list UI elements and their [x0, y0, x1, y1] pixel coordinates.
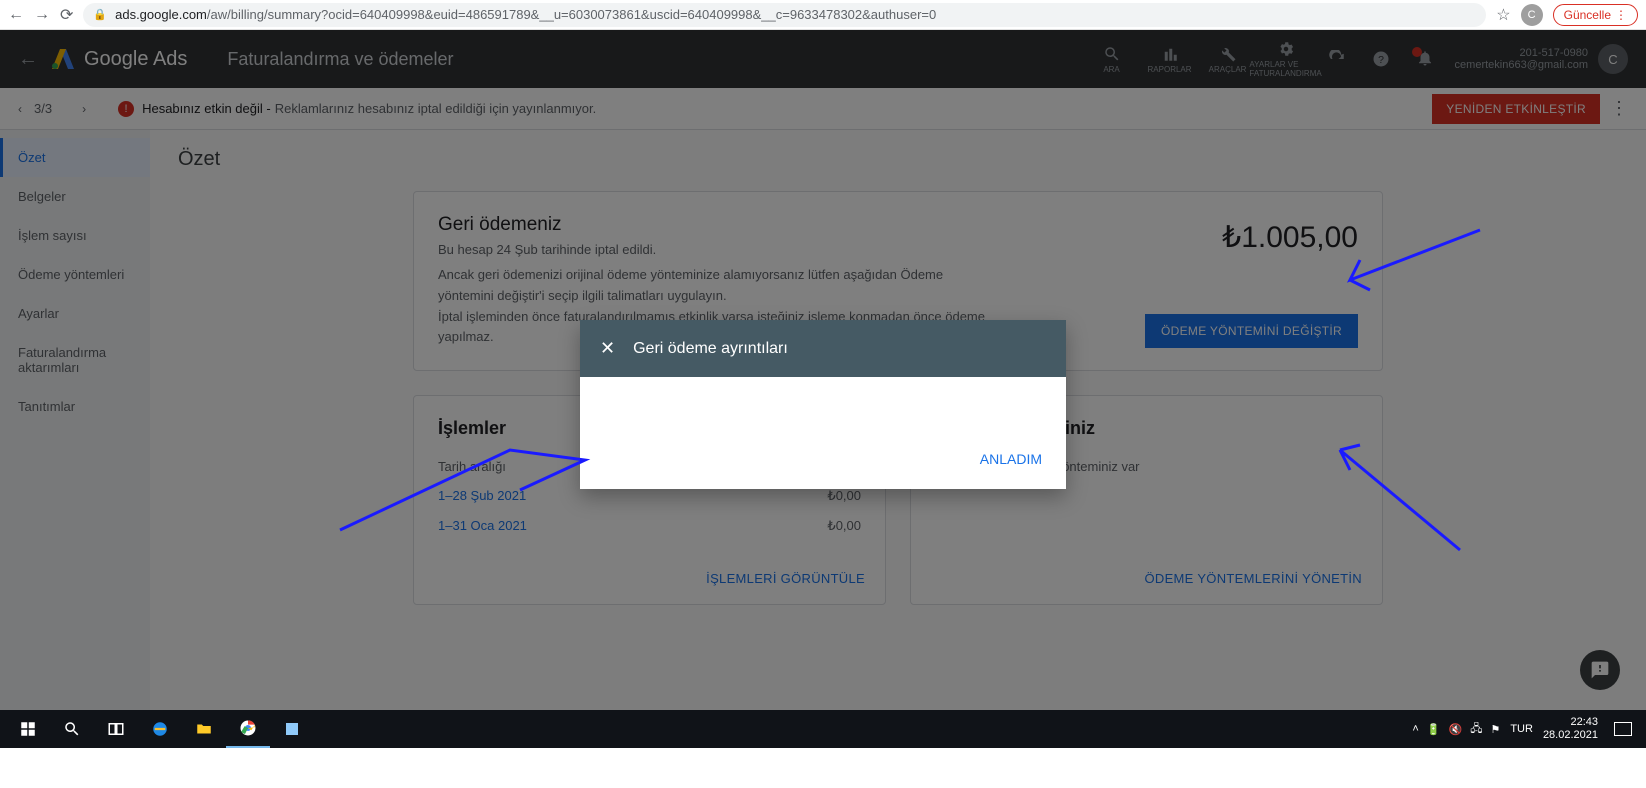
bookmark-star-icon[interactable]: ☆ [1496, 5, 1510, 25]
windows-icon [19, 720, 37, 738]
battery-icon[interactable]: 🔋 [1427, 723, 1441, 736]
dialog-header: ✕ Geri ödeme ayrıntıları [580, 320, 1066, 377]
tray-chevron-icon[interactable]: ˄ [1412, 723, 1418, 735]
dialog-ok-button[interactable]: ANLADIM [980, 451, 1042, 467]
taskbar-search[interactable] [50, 710, 94, 748]
browser-toolbar: ← → ⟳ 🔒 ads.google.com/aw/billing/summar… [0, 0, 1646, 30]
taskbar-explorer[interactable] [182, 710, 226, 748]
start-button[interactable] [6, 710, 50, 748]
dialog-title: Geri ödeme ayrıntıları [633, 340, 788, 358]
language-indicator[interactable]: TUR [1510, 723, 1533, 735]
taskbar-app[interactable] [270, 710, 314, 748]
taskbar-time: 22:43 [1570, 716, 1598, 729]
ie-icon [151, 720, 169, 738]
refund-details-dialog: ✕ Geri ödeme ayrıntıları ANLADIM [580, 320, 1066, 489]
update-label: Güncelle [1564, 8, 1611, 22]
network-icon[interactable]: 🖧 [1470, 720, 1482, 739]
windows-taskbar: ˄ 🔋 🔇 🖧 ⚑ TUR 22:43 28.02.2021 [0, 710, 1646, 748]
task-view[interactable] [94, 710, 138, 748]
volume-icon[interactable]: 🔇 [1448, 723, 1462, 736]
url-domain: ads.google.com [115, 7, 207, 22]
taskbar-ie[interactable] [138, 710, 182, 748]
lock-icon: 🔒 [93, 8, 107, 21]
folder-icon [195, 720, 213, 738]
app-area: ← Google Ads Faturalandırma ve ödemeler … [0, 30, 1646, 710]
search-icon [63, 720, 81, 738]
dialog-close-icon[interactable]: ✕ [600, 338, 615, 359]
chrome-icon [239, 719, 257, 737]
browser-update-button[interactable]: Güncelle ⋮ [1553, 4, 1638, 26]
action-center-icon[interactable] [1614, 722, 1632, 736]
url-path: /aw/billing/summary?ocid=640409998&euid=… [207, 7, 936, 22]
taskview-icon [107, 720, 125, 738]
dialog-actions: ANLADIM [580, 437, 1066, 489]
app-icon [283, 720, 301, 738]
browser-reload-icon[interactable]: ⟳ [60, 5, 73, 25]
taskbar-chrome[interactable] [226, 710, 270, 748]
profile-avatar[interactable]: C [1521, 4, 1543, 26]
browser-back-icon[interactable]: ← [8, 6, 24, 24]
browser-forward-icon[interactable]: → [34, 6, 50, 24]
more-icon: ⋮ [1615, 8, 1627, 22]
url-bar[interactable]: 🔒 ads.google.com/aw/billing/summary?ocid… [83, 3, 1486, 27]
system-tray[interactable]: ˄ 🔋 🔇 🖧 ⚑ [1412, 720, 1500, 739]
taskbar-clock[interactable]: 22:43 28.02.2021 [1543, 716, 1598, 742]
dialog-body [580, 377, 1066, 437]
modal-overlay[interactable]: ✕ Geri ödeme ayrıntıları ANLADIM [0, 30, 1646, 710]
taskbar-date: 28.02.2021 [1543, 729, 1598, 742]
flag-icon[interactable]: ⚑ [1490, 723, 1500, 736]
